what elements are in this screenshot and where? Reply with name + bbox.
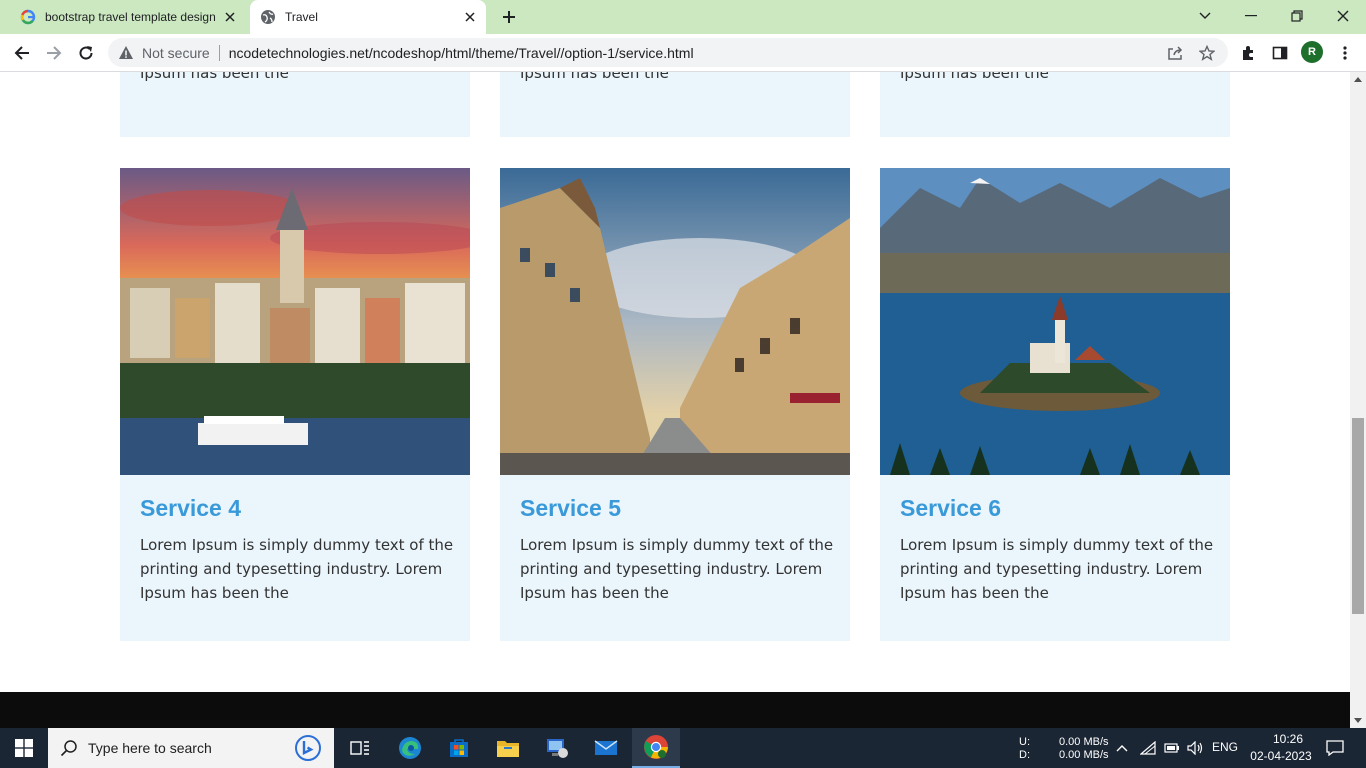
- service-card-4[interactable]: Service 4 Lorem Ipsum is simply dummy te…: [120, 168, 470, 641]
- search-icon: [60, 739, 78, 757]
- tab-strip: bootstrap travel template design Travel: [0, 0, 1366, 34]
- lake-island-church-photo: [880, 168, 1230, 475]
- card-title[interactable]: Service 6: [900, 495, 1218, 521]
- url-text[interactable]: ncodetechnologies.net/ncodeshop/html/the…: [229, 45, 694, 61]
- edge-browser-icon[interactable]: [386, 728, 434, 768]
- card-text-last-line: Ipsum has been the: [140, 72, 289, 82]
- service-card-6[interactable]: Service 6 Lorem Ipsum is simply dummy te…: [880, 168, 1230, 641]
- more-menu-icon[interactable]: [1334, 42, 1356, 64]
- chevron-up-icon[interactable]: [1110, 728, 1134, 768]
- microsoft-store-icon[interactable]: [435, 728, 483, 768]
- wifi-icon[interactable]: [1136, 728, 1160, 768]
- search-placeholder: Type here to search: [88, 740, 212, 756]
- scroll-thumb[interactable]: [1352, 418, 1364, 614]
- tab-search-icon[interactable]: [1182, 0, 1228, 32]
- file-explorer-icon[interactable]: [484, 728, 532, 768]
- page-footer: [0, 692, 1350, 728]
- tab-travel[interactable]: Travel: [250, 0, 486, 34]
- task-view-icon[interactable]: [336, 728, 384, 768]
- tab-bootstrap-travel[interactable]: bootstrap travel template design: [8, 0, 246, 34]
- side-panel-icon[interactable]: [1269, 42, 1291, 64]
- page-viewport: printing and typesetting industry. Lorem…: [0, 72, 1350, 728]
- close-tab-icon[interactable]: [460, 7, 480, 27]
- card-title[interactable]: Service 5: [520, 495, 838, 521]
- tab-title: bootstrap travel template design: [45, 10, 216, 24]
- warning-icon[interactable]: [118, 45, 134, 61]
- globe-icon: [260, 9, 276, 25]
- notifications-icon[interactable]: [1320, 728, 1350, 768]
- service-card: printing and typesetting industry. Lorem…: [500, 72, 850, 137]
- clock-date[interactable]: 02-04-2023: [1246, 750, 1316, 763]
- page-scrollbar[interactable]: [1350, 72, 1366, 728]
- service-card-5[interactable]: Service 5 Lorem Ipsum is simply dummy te…: [500, 168, 850, 641]
- clock-time[interactable]: 10:26: [1262, 733, 1314, 746]
- net-up-label: U:: [1019, 736, 1030, 748]
- service-card: printing and typesetting industry. Lorem…: [880, 72, 1230, 137]
- card-body: Service 6 Lorem Ipsum is simply dummy te…: [880, 475, 1238, 605]
- net-down-label: D:: [1019, 749, 1030, 761]
- new-tab-button[interactable]: [498, 6, 520, 28]
- close-window-icon[interactable]: [1320, 0, 1366, 32]
- divider: [218, 44, 220, 61]
- scroll-up-arrow-icon[interactable]: [1350, 72, 1366, 86]
- language-indicator[interactable]: ENG: [1212, 741, 1238, 754]
- minimize-icon[interactable]: [1228, 0, 1274, 32]
- bookmark-star-icon[interactable]: [1198, 44, 1216, 62]
- back-arrow-icon[interactable]: [8, 39, 36, 67]
- windows-taskbar: Type here to search U: D: 0.00 MB/s 0.00…: [0, 728, 1366, 768]
- city-street-buildings-photo: [500, 168, 850, 475]
- card-text: printing and typesetting industry. Lorem…: [900, 72, 1218, 85]
- google-icon: [20, 9, 36, 25]
- battery-icon[interactable]: [1160, 728, 1184, 768]
- card-text-last-line: Ipsum has been the: [900, 72, 1049, 82]
- share-icon[interactable]: [1166, 44, 1184, 62]
- scroll-down-arrow-icon[interactable]: [1350, 714, 1366, 728]
- restore-icon[interactable]: [1274, 0, 1320, 32]
- tab-title: Travel: [285, 10, 318, 24]
- windows-start-icon[interactable]: [0, 728, 48, 768]
- mail-icon[interactable]: [582, 728, 630, 768]
- reload-icon[interactable]: [72, 39, 100, 67]
- card-text: printing and typesetting industry. Lorem…: [520, 72, 838, 85]
- extensions-puzzle-icon[interactable]: [1237, 42, 1259, 64]
- net-up-value: 0.00 MB/s: [1059, 736, 1109, 748]
- taskbar-search-box[interactable]: Type here to search: [48, 728, 334, 768]
- istanbul-galata-tower-photo: [120, 168, 470, 475]
- card-text-last-line: Ipsum has been the: [520, 72, 669, 82]
- card-text: Lorem Ipsum is simply dummy text of the …: [520, 536, 834, 602]
- card-body: Service 4 Lorem Ipsum is simply dummy te…: [120, 475, 478, 605]
- security-status[interactable]: Not secure: [142, 45, 210, 61]
- card-title[interactable]: Service 4: [140, 495, 458, 521]
- volume-icon[interactable]: [1184, 728, 1208, 768]
- card-body: Service 5 Lorem Ipsum is simply dummy te…: [500, 475, 858, 605]
- service-card: printing and typesetting industry. Lorem…: [120, 72, 470, 137]
- bing-icon[interactable]: [294, 734, 322, 762]
- card-text: Lorem Ipsum is simply dummy text of the …: [140, 536, 454, 602]
- close-tab-icon[interactable]: [220, 7, 240, 27]
- chrome-icon[interactable]: [632, 728, 680, 768]
- profile-avatar[interactable]: R: [1301, 41, 1323, 63]
- card-text: printing and typesetting industry. Lorem…: [140, 72, 458, 85]
- browser-toolbar: Not secure ncodetechnologies.net/ncodesh…: [0, 34, 1366, 72]
- address-bar[interactable]: Not secure ncodetechnologies.net/ncodesh…: [108, 38, 1228, 67]
- net-down-value: 0.00 MB/s: [1059, 749, 1109, 761]
- remote-desktop-icon[interactable]: [533, 728, 581, 768]
- card-text: Lorem Ipsum is simply dummy text of the …: [900, 536, 1214, 602]
- forward-arrow-icon[interactable]: [40, 39, 68, 67]
